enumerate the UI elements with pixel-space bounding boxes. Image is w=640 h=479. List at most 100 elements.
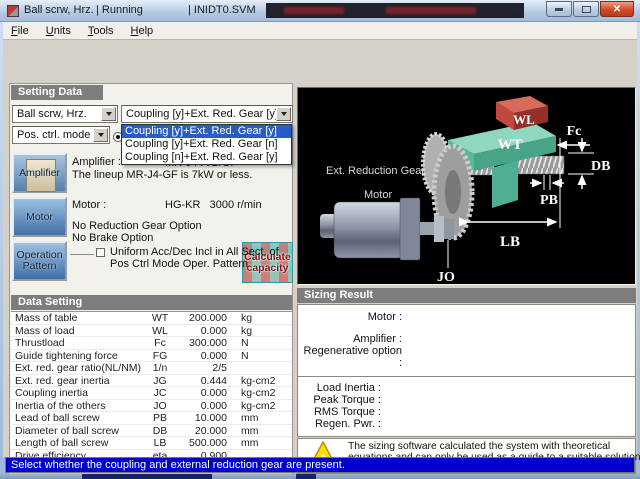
row-label: Length of ball screw bbox=[11, 437, 143, 449]
result-label: Regenerative option : bbox=[298, 345, 402, 369]
row-label: Lead of ball screw bbox=[11, 412, 143, 424]
app-icon bbox=[7, 5, 19, 17]
row-label: Mass of table bbox=[11, 312, 143, 324]
row-value: 300.000 bbox=[177, 337, 227, 349]
row-unit: N bbox=[227, 337, 283, 349]
row-unit: kg-cm2 bbox=[227, 375, 283, 387]
row-value: 2/5 bbox=[177, 362, 227, 374]
amplifier-button[interactable]: Amplifier bbox=[12, 153, 67, 193]
table-row[interactable]: Ext. red. gear ratio(NL/NM) 1/n 2/5 bbox=[11, 362, 292, 375]
row-symbol: JC bbox=[143, 387, 177, 399]
table-row[interactable]: Inertia of the others JO 0.000 kg-cm2 bbox=[11, 400, 292, 413]
motor-flange bbox=[400, 198, 420, 260]
maximize-icon bbox=[582, 6, 591, 13]
row-symbol: LB bbox=[143, 437, 177, 449]
row-value: 0.000 bbox=[177, 400, 227, 412]
data-setting-table: Mass of table WT 200.000 kg Mass of load… bbox=[11, 311, 292, 474]
row-unit: kg bbox=[227, 312, 283, 324]
row-symbol: DB bbox=[143, 425, 177, 437]
control-mode-dropdown[interactable]: Pos. ctrl. mode bbox=[12, 126, 110, 144]
table-row[interactable]: Coupling inertia JC 0.000 kg-cm2 bbox=[11, 387, 292, 400]
row-unit: kg-cm2 bbox=[227, 387, 283, 399]
ext-reduction-gear-label: Ext. Reduction Gear bbox=[326, 165, 425, 177]
ball-screw-illustration: Ext. Reduction Gear Motor WL WT bbox=[298, 88, 635, 284]
table-row[interactable]: Mass of table WT 200.000 kg bbox=[11, 312, 292, 325]
result-label: Peak Torque : bbox=[298, 394, 381, 406]
motor-value: HG-KR 3000 r/min bbox=[165, 199, 262, 211]
title-bar[interactable]: Ball scrw, Hrz. | Running | INIDT0.SVM ✕ bbox=[0, 0, 640, 22]
menu-item[interactable]: Help bbox=[123, 23, 163, 39]
table-row[interactable]: Guide tightening force FG 0.000 N bbox=[11, 350, 292, 363]
result-label: RMS Torque : bbox=[298, 406, 381, 418]
row-label: Coupling inertia bbox=[11, 387, 143, 399]
operation-pattern-button[interactable]: Operation Pattern bbox=[12, 241, 67, 281]
table-row[interactable]: Mass of load WL 0.000 kg bbox=[11, 325, 292, 338]
row-unit: mm bbox=[227, 425, 283, 437]
motor-shaft bbox=[420, 222, 436, 235]
sizing-result-header: Sizing Result bbox=[297, 288, 636, 303]
minimize-button[interactable] bbox=[546, 1, 572, 17]
row-symbol: WT bbox=[143, 312, 177, 324]
result-label: Regen. Pwr. : bbox=[298, 418, 381, 430]
row-label: Guide tightening force bbox=[11, 350, 143, 362]
dropdown-option[interactable]: Coupling [n]+Ext. Red. Gear [y] bbox=[122, 151, 291, 164]
row-unit: mm bbox=[227, 412, 283, 424]
menu-item[interactable]: File bbox=[3, 23, 38, 39]
window-title: Ball scrw, Hrz. bbox=[24, 4, 94, 16]
db-label: DB bbox=[591, 159, 610, 174]
dropdown-arrow-button[interactable] bbox=[101, 107, 116, 121]
uniform-checkbox-label: Uniform Acc/Dec Incl in All Sect. of bbox=[110, 246, 279, 258]
row-label: Ext. red. gear inertia bbox=[11, 375, 143, 387]
row-value: 0.444 bbox=[177, 375, 227, 387]
redacted-watermark bbox=[266, 3, 524, 18]
setting-panel: Setting Data Ball scrw, Hrz. Coupling [y… bbox=[9, 83, 293, 479]
warning-text: The sizing software calculated the syste… bbox=[348, 441, 610, 452]
row-value: 10.000 bbox=[177, 412, 227, 424]
table-row[interactable]: Length of ball screw LB 500.000 mm bbox=[11, 437, 292, 450]
uniform-accdec-checkbox[interactable] bbox=[96, 248, 105, 257]
menu-item[interactable]: Tools bbox=[80, 23, 123, 39]
dropdown-option[interactable]: Coupling [y]+Ext. Red. Gear [n] bbox=[122, 138, 291, 151]
row-symbol: FG bbox=[143, 350, 177, 362]
row-label: Thrustload bbox=[11, 337, 143, 349]
row-unit: kg-cm2 bbox=[227, 400, 283, 412]
wl-label: WL bbox=[513, 112, 535, 127]
table-row[interactable]: Lead of ball screw PB 10.000 mm bbox=[11, 412, 292, 425]
row-symbol: WL bbox=[143, 325, 177, 337]
table-row[interactable]: Thrustload Fc 300.000 N bbox=[11, 337, 292, 350]
row-value: 0.000 bbox=[177, 387, 227, 399]
app-window: Ball scrw, Hrz. | Running | INIDT0.SVM ✕… bbox=[0, 0, 640, 479]
motor-body bbox=[334, 202, 406, 258]
mechanism-dropdown[interactable]: Ball scrw, Hrz. bbox=[12, 105, 118, 123]
dropdown-option[interactable]: Coupling [y]+Ext. Red. Gear [y] bbox=[122, 125, 291, 138]
motor-label: Motor : bbox=[72, 199, 106, 211]
table-row[interactable]: Ext. red. gear inertia JG 0.444 kg-cm2 bbox=[11, 375, 292, 388]
coupling-dropdown[interactable]: Coupling [y]+Ext. Red. Gear [y] bbox=[121, 105, 293, 123]
taskbar-fragment bbox=[296, 474, 316, 479]
dropdown-arrow-button[interactable] bbox=[276, 107, 291, 121]
row-unit bbox=[227, 362, 283, 374]
row-symbol: Fc bbox=[143, 337, 177, 349]
row-symbol: JG bbox=[143, 375, 177, 387]
close-button[interactable]: ✕ bbox=[600, 1, 634, 17]
result-label: Motor : bbox=[298, 311, 402, 323]
coupling-front bbox=[434, 216, 444, 242]
table-row[interactable]: Diameter of ball screw DB 20.000 mm bbox=[11, 425, 292, 438]
maximize-button[interactable] bbox=[573, 1, 599, 17]
window-status: | Running bbox=[96, 4, 143, 16]
row-symbol: PB bbox=[143, 412, 177, 424]
row-label: Diameter of ball screw bbox=[11, 425, 143, 437]
motor-button[interactable]: Motor bbox=[12, 197, 67, 237]
fc-label: Fc bbox=[567, 124, 582, 139]
chevron-down-icon bbox=[281, 112, 287, 116]
dropdown-arrow-button[interactable] bbox=[93, 128, 108, 142]
pb-label: PB bbox=[540, 193, 558, 208]
gear-hub bbox=[445, 170, 461, 214]
chevron-down-icon bbox=[106, 112, 112, 116]
menu-item[interactable]: Units bbox=[38, 23, 80, 39]
table-column bbox=[492, 160, 518, 208]
no-reduction-gear-note: No Reduction Gear Option bbox=[72, 220, 202, 232]
setting-data-header: Setting Data bbox=[11, 85, 103, 100]
uniform-checkbox-label: Pos Ctrl Mode Oper. Pattern bbox=[110, 258, 248, 270]
minimize-icon bbox=[555, 8, 563, 11]
